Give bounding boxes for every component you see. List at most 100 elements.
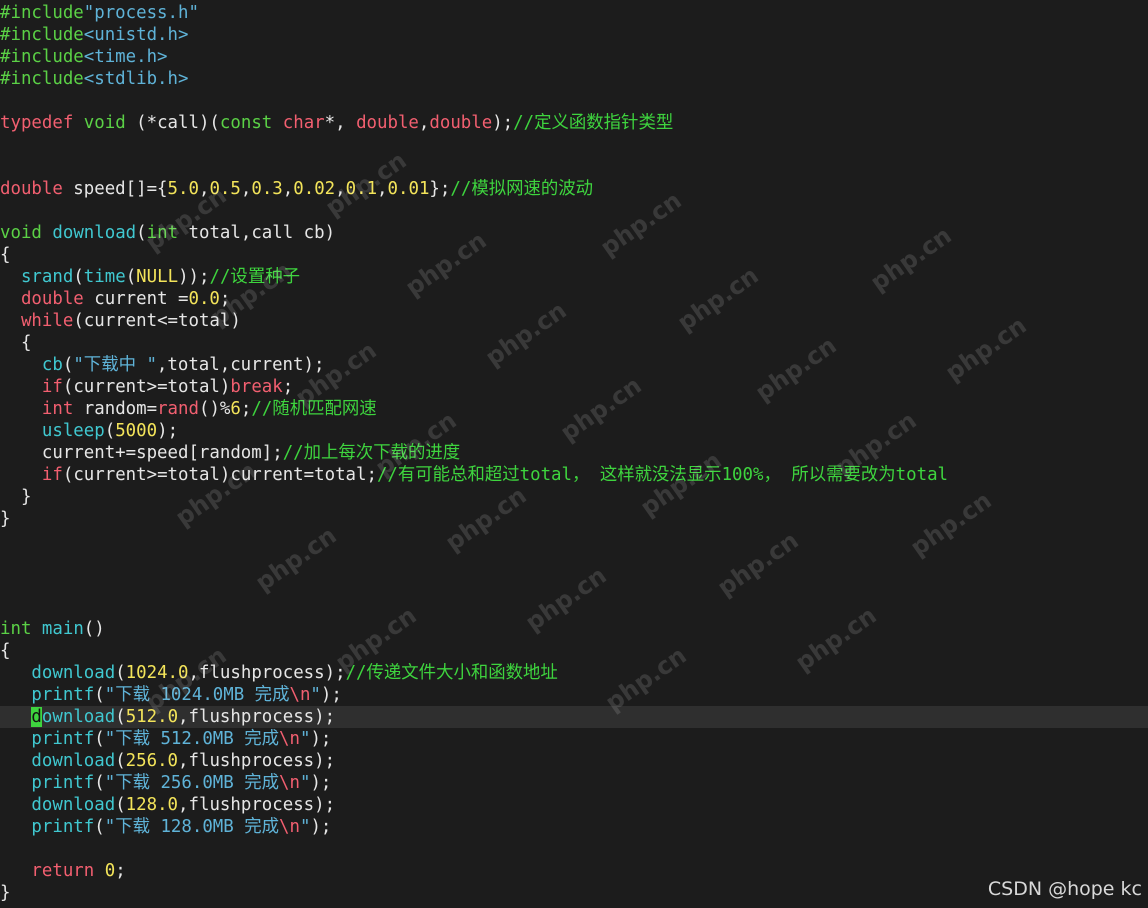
code-token: ; xyxy=(282,377,294,397)
code-token: } xyxy=(0,487,32,507)
code-token: ( xyxy=(94,817,105,837)
code-line[interactable]: double speed[]={5.0,0.5,0.3,0.02,0.1,0.0… xyxy=(0,178,1148,200)
code-line[interactable]: download(256.0,flushprocess); xyxy=(0,750,1148,772)
code-line[interactable]: current+=speed[random];//加上每次下载的进度 xyxy=(0,442,1148,464)
code-line[interactable]: { xyxy=(0,640,1148,662)
code-token: { xyxy=(0,245,11,265)
code-token: ( xyxy=(73,267,84,287)
keyword-token: double xyxy=(356,113,419,133)
code-token: , xyxy=(335,179,346,199)
code-line[interactable]: #include<unistd.h> xyxy=(0,24,1148,46)
code-line[interactable]: printf("下载 128.0MB 完成\n"); xyxy=(0,816,1148,838)
escape-token: \n xyxy=(279,773,300,793)
code-line-current[interactable]: download(512.0,flushprocess); xyxy=(0,706,1148,728)
code-line[interactable] xyxy=(0,552,1148,574)
code-line[interactable]: #include<stdlib.h> xyxy=(0,68,1148,90)
code-token: random= xyxy=(73,399,158,419)
number-token: 0.01 xyxy=(387,179,430,199)
code-token: ( xyxy=(62,355,74,375)
keyword-token: return xyxy=(31,861,95,881)
code-line[interactable]: } xyxy=(0,882,1148,904)
string-token: "下载中 " xyxy=(73,355,157,375)
string-token: "下载 512.0MB 完成 xyxy=(104,729,279,749)
code-line[interactable] xyxy=(0,156,1148,178)
code-editor[interactable]: #include"process.h" #include<unistd.h> #… xyxy=(0,2,1148,904)
code-line[interactable] xyxy=(0,530,1148,552)
string-token: <time.h> xyxy=(83,47,168,67)
code-line[interactable] xyxy=(0,200,1148,222)
number-token: 128.0 xyxy=(125,795,179,815)
code-token: () xyxy=(83,619,105,639)
code-line[interactable]: { xyxy=(0,332,1148,354)
code-line[interactable]: printf("下载 1024.0MB 完成\n"); xyxy=(0,684,1148,706)
code-token: { xyxy=(0,641,11,661)
number-token: 0.02 xyxy=(293,179,336,199)
preprocessor-token: #include xyxy=(0,25,84,45)
number-token: 0.0 xyxy=(188,289,220,309)
code-line[interactable] xyxy=(0,838,1148,860)
number-token: 1024.0 xyxy=(125,663,189,683)
function-token: download xyxy=(31,795,116,815)
keyword-token: if xyxy=(41,465,63,485)
code-line[interactable]: while(current<=total) xyxy=(0,310,1148,332)
number-token: 0.5 xyxy=(209,179,241,199)
code-line[interactable]: } xyxy=(0,486,1148,508)
code-token: ( xyxy=(104,421,116,441)
code-line[interactable]: download(128.0,flushprocess); xyxy=(0,794,1148,816)
code-token: (*call)( xyxy=(125,113,220,133)
code-line[interactable]: usleep(5000); xyxy=(0,420,1148,442)
code-line[interactable]: if(current>=total)break; xyxy=(0,376,1148,398)
code-line[interactable] xyxy=(0,596,1148,618)
code-token: ); xyxy=(492,113,514,133)
code-line[interactable]: printf("下载 256.0MB 完成\n"); xyxy=(0,772,1148,794)
code-line[interactable]: return 0; xyxy=(0,860,1148,882)
number-token: NULL xyxy=(136,267,179,287)
code-token: } xyxy=(0,883,11,903)
function-token: download xyxy=(31,751,116,771)
comment-token: //传递文件大小和函数地址 xyxy=(345,663,558,683)
code-token: ( xyxy=(94,773,105,793)
code-line[interactable]: } xyxy=(0,508,1148,530)
code-line[interactable]: download(1024.0,flushprocess);//传递文件大小和函… xyxy=(0,662,1148,684)
keyword-token: char xyxy=(282,113,325,133)
code-line[interactable]: printf("下载 512.0MB 完成\n"); xyxy=(0,728,1148,750)
code-line[interactable]: int main() xyxy=(0,618,1148,640)
code-token: ( xyxy=(94,685,105,705)
code-line[interactable] xyxy=(0,90,1148,112)
code-line[interactable]: srand(time(NULL));//设置种子 xyxy=(0,266,1148,288)
code-line[interactable] xyxy=(0,574,1148,596)
string-token: <unistd.h> xyxy=(83,25,189,45)
code-token: ( xyxy=(125,267,137,287)
code-line[interactable] xyxy=(0,134,1148,156)
code-line[interactable]: double current =0.0; xyxy=(0,288,1148,310)
code-line[interactable]: cb("下载中 ",total,current); xyxy=(0,354,1148,376)
code-line[interactable]: void download(int total,call cb) xyxy=(0,222,1148,244)
code-token: speed[]={ xyxy=(62,179,168,199)
code-line[interactable]: int random=rand()%6;//随机匹配网速 xyxy=(0,398,1148,420)
code-token: ); xyxy=(320,685,342,705)
code-line[interactable]: #include"process.h" xyxy=(0,2,1148,24)
code-line[interactable]: { xyxy=(0,244,1148,266)
code-token: ( xyxy=(115,795,126,815)
code-line[interactable]: #include<time.h> xyxy=(0,46,1148,68)
code-token: , xyxy=(377,179,388,199)
code-token: ,flushprocess); xyxy=(188,663,346,683)
keyword-token: break xyxy=(230,377,283,397)
code-line[interactable]: if(current>=total)current=total;//有可能总和超… xyxy=(0,464,1148,486)
type-token: int xyxy=(0,619,32,639)
code-token: ; xyxy=(240,399,252,419)
string-token: "process.h" xyxy=(83,3,199,23)
code-line[interactable]: typedef void (*call)(const char*, double… xyxy=(0,112,1148,134)
number-token: 512.0 xyxy=(125,707,179,727)
text-cursor: d xyxy=(31,707,42,727)
function-token: srand xyxy=(20,267,74,287)
